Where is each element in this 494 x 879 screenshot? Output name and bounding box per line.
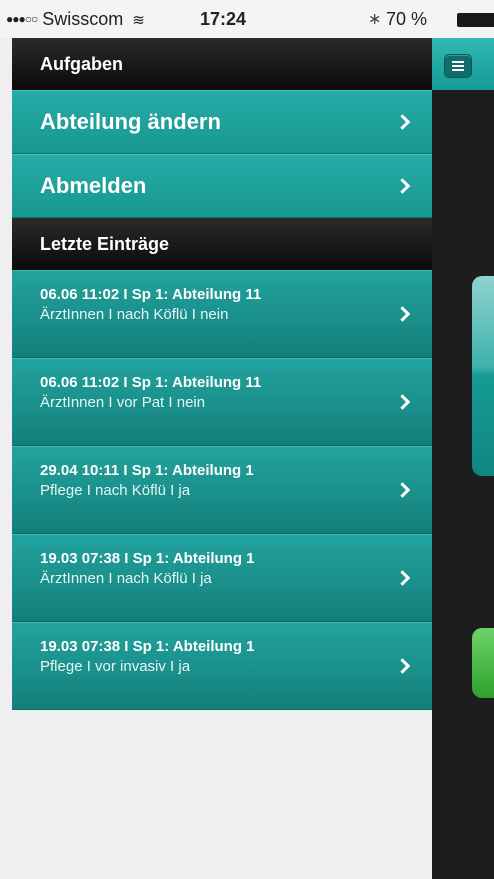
menu-toggle-button[interactable] (444, 54, 472, 78)
signal-strength-icon: ●●●○○ (6, 12, 38, 26)
hamburger-icon (452, 65, 464, 67)
entry-title: 29.04 10:11 I Sp 1: Abteilung 1 (40, 462, 254, 479)
recent-entry-item[interactable]: 19.03 07:38 I Sp 1: Abteilung 1 ÄrztInne… (12, 534, 432, 622)
wifi-icon: ≋ (132, 12, 145, 29)
side-menu: Aufgaben Abteilung ändern Abmelden Letzt… (12, 38, 432, 710)
chevron-right-icon (394, 114, 411, 130)
entry-title: 19.03 07:38 I Sp 1: Abteilung 1 (40, 550, 255, 567)
clock: 17:24 (200, 9, 247, 29)
menu-item-label: Abteilung ändern (40, 109, 221, 134)
recent-entry-item[interactable]: 06.06 11:02 I Sp 1: Abteilung 11 ÄrztInn… (12, 270, 432, 358)
logout-button[interactable]: Abmelden (12, 154, 432, 218)
carrier-info: ●●●○○ Swisscom ≋ (6, 9, 145, 30)
hamburger-icon (452, 61, 464, 63)
section-header-recent-entries: Letzte Einträge (12, 218, 432, 270)
change-department-button[interactable]: Abteilung ändern (12, 90, 432, 154)
entry-detail: Pflege I vor invasiv I ja (40, 658, 191, 675)
entry-detail: Pflege I nach Köflü I ja (40, 482, 191, 499)
section-header-tasks: Aufgaben (12, 38, 432, 90)
status-bar: ●●●○○ Swisscom ≋ 17:24 ∗ 70 % (0, 0, 494, 38)
entry-detail: ÄrztInnen I vor Pat I nein (40, 394, 206, 411)
recent-entry-item[interactable]: 06.06 11:02 I Sp 1: Abteilung 11 ÄrztInn… (12, 358, 432, 446)
battery-percentage: 70 % (386, 9, 428, 29)
recent-entry-item[interactable]: 29.04 10:11 I Sp 1: Abteilung 1 Pflege I… (12, 446, 432, 534)
main-view-teal-card[interactable] (472, 276, 494, 476)
bluetooth-icon: ∗ (368, 11, 382, 28)
menu-item-label: Abmelden (40, 173, 147, 198)
recent-entry-item[interactable]: 19.03 07:38 I Sp 1: Abteilung 1 Pflege I… (12, 622, 432, 710)
entry-title: 19.03 07:38 I Sp 1: Abteilung 1 (40, 638, 255, 655)
hamburger-icon (452, 69, 464, 71)
battery-icon (457, 13, 494, 27)
main-view-green-button[interactable] (472, 628, 494, 698)
carrier-name: Swisscom (42, 9, 124, 29)
chevron-right-icon (394, 178, 411, 194)
entry-detail: ÄrztInnen I nach Köflü I nein (40, 306, 229, 323)
entry-title: 06.06 11:02 I Sp 1: Abteilung 11 (40, 286, 262, 303)
entry-detail: ÄrztInnen I nach Köflü I ja (40, 570, 212, 587)
entry-title: 06.06 11:02 I Sp 1: Abteilung 11 (40, 374, 262, 391)
